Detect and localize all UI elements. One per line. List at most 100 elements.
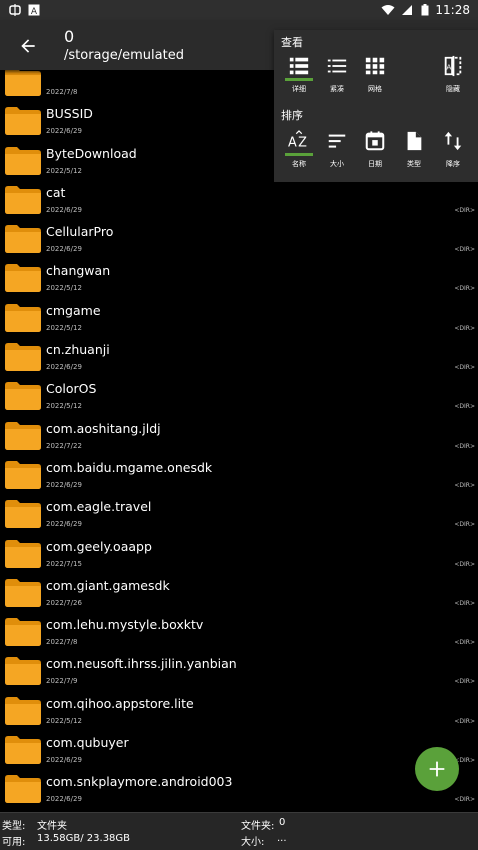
folder-icon	[5, 736, 41, 765]
selection-count: 0	[64, 27, 75, 46]
file-date: 2022/5/12	[46, 402, 82, 411]
back-button[interactable]	[14, 32, 42, 60]
folder-icon	[5, 343, 41, 372]
file-row[interactable]: CellularPro 2022/6/29 <DIR>	[0, 219, 478, 258]
folder-icon	[5, 264, 41, 293]
file-date: 2022/7/15	[46, 559, 82, 568]
folder-icon	[5, 185, 41, 214]
sort-option-name[interactable]: AZ 名称	[280, 130, 318, 174]
grid-icon	[365, 57, 385, 75]
file-date: 2022/7/26	[46, 598, 82, 607]
size-label: 大小:	[241, 837, 265, 848]
file-row[interactable]: com.qihoo.appstore.lite 2022/5/12 <DIR>	[0, 691, 478, 730]
file-row[interactable]: com.snkplaymore.android003 2022/6/29 <DIR>	[0, 769, 478, 808]
available-value: 13.58GB/ 23.38GB	[37, 833, 131, 844]
file-row[interactable]: com.giant.gamesdk 2022/7/26 <DIR>	[0, 573, 478, 612]
file-row[interactable]: cat 2022/6/29 <DIR>	[0, 180, 478, 219]
file-row[interactable]: com.baidu.mgame.onesdk 2022/6/29 <DIR>	[0, 455, 478, 494]
folder-icon	[5, 578, 41, 607]
file-name: cat	[46, 184, 66, 200]
add-fab-button[interactable]	[415, 747, 459, 791]
file-date: 2022/6/29	[46, 245, 82, 254]
file-name: CellularPro	[46, 224, 114, 240]
details-list-icon	[289, 57, 309, 75]
file-date: 2022/7/8	[46, 638, 78, 647]
file-name: ColorOS	[46, 381, 97, 397]
folder-icon	[5, 657, 41, 686]
file-name: changwan	[46, 263, 111, 279]
file-name: cmgame	[46, 302, 101, 318]
file-name: com.geely.oaapp	[46, 538, 152, 554]
view-option-compact[interactable]: 紧凑	[318, 55, 356, 99]
file-date: 2022/6/29	[46, 520, 82, 529]
file-row[interactable]: cmgame 2022/5/12 <DIR>	[0, 298, 478, 337]
file-type: <DIR>	[454, 246, 475, 254]
sort-option-date[interactable]: 日期	[356, 130, 394, 174]
file-row[interactable]: com.qubuyer 2022/6/29 <DIR>	[0, 730, 478, 769]
sort-option-size[interactable]: 大小	[318, 130, 356, 174]
file-type: <DIR>	[454, 442, 475, 450]
folder-icon	[5, 382, 41, 411]
svg-text:A: A	[31, 7, 38, 16]
file-row[interactable]: ColorOS 2022/5/12 <DIR>	[0, 376, 478, 415]
sort-section-label: 排序	[281, 109, 303, 122]
sort-option-type[interactable]: 类型	[395, 130, 433, 174]
file-type: <DIR>	[454, 599, 475, 607]
file-name: com.baidu.mgame.onesdk	[46, 459, 213, 475]
file-date: 2022/7/22	[46, 441, 82, 450]
svg-text:A: A	[288, 136, 297, 151]
folder-icon	[5, 500, 41, 529]
file-name: com.lehu.mystyle.boxktv	[46, 617, 204, 633]
battery-icon	[421, 4, 429, 16]
file-type: <DIR>	[454, 639, 475, 647]
file-name: com.aoshitang.jldj	[46, 420, 161, 436]
status-time: 11:28	[435, 3, 470, 17]
folder-icon	[5, 460, 41, 489]
status-bar: A 11:28	[0, 0, 478, 20]
folder-icon	[5, 303, 41, 332]
file-name: BUSSID	[46, 106, 93, 122]
view-option-details[interactable]: 详细	[280, 55, 318, 99]
folder-icon	[5, 225, 41, 254]
file-name: com.neusoft.ihrss.jilin.yanbian	[46, 656, 237, 672]
file-name: com.giant.gamesdk	[46, 577, 170, 593]
sort-az-icon: AZ	[288, 130, 307, 151]
notification-a-icon: A	[28, 4, 42, 17]
type-value: 文件夹	[37, 821, 67, 832]
file-date: 2022/6/29	[46, 127, 82, 136]
file-row[interactable]: com.eagle.travel 2022/6/29 <DIR>	[0, 494, 478, 533]
file-type-icon	[407, 131, 422, 151]
size-value: ...	[277, 833, 287, 844]
folder-icon	[5, 539, 41, 568]
file-name: com.eagle.travel	[46, 499, 152, 515]
folder-icon	[5, 696, 41, 725]
folder-icon	[5, 618, 41, 647]
bottom-info-bar: 类型: 文件夹 可用: 13.58GB/ 23.38GB 文件夹: 0 大小: …	[0, 812, 478, 850]
file-name: ByteDownload	[46, 145, 137, 161]
file-type: <DIR>	[454, 796, 475, 804]
file-date: 2022/5/12	[46, 716, 82, 725]
file-date: 2022/6/29	[46, 756, 82, 765]
compact-list-icon	[327, 59, 347, 73]
view-option-hidden[interactable]: A 隐藏	[434, 55, 472, 99]
svg-text:Z: Z	[298, 136, 307, 151]
file-type: <DIR>	[454, 481, 475, 489]
file-row[interactable]: changwan 2022/5/12 <DIR>	[0, 258, 478, 297]
file-row[interactable]: cn.zhuanji 2022/6/29 <DIR>	[0, 337, 478, 376]
type-label: 类型:	[2, 821, 26, 832]
current-path: /storage/emulated	[64, 48, 184, 63]
sort-order-icon	[444, 131, 462, 151]
file-name: com.snkplaymore.android003	[46, 774, 233, 790]
view-option-grid[interactable]: 网格	[356, 55, 394, 99]
sort-option-order[interactable]: 降序	[434, 130, 472, 174]
folder-icon	[5, 421, 41, 450]
file-row[interactable]: com.aoshitang.jldj 2022/7/22 <DIR>	[0, 416, 478, 455]
file-date: 2022/5/12	[46, 166, 82, 175]
file-type: <DIR>	[454, 206, 475, 214]
file-row[interactable]: com.neusoft.ihrss.jilin.yanbian 2022/7/9 <…	[0, 651, 478, 690]
file-row[interactable]: com.geely.oaapp 2022/7/15 <DIR>	[0, 534, 478, 573]
add-icon	[429, 761, 445, 777]
file-date: 2022/7/9	[46, 677, 78, 686]
file-row[interactable]: com.lehu.mystyle.boxktv 2022/7/8 <DIR>	[0, 612, 478, 651]
selected-indicator	[285, 153, 313, 156]
